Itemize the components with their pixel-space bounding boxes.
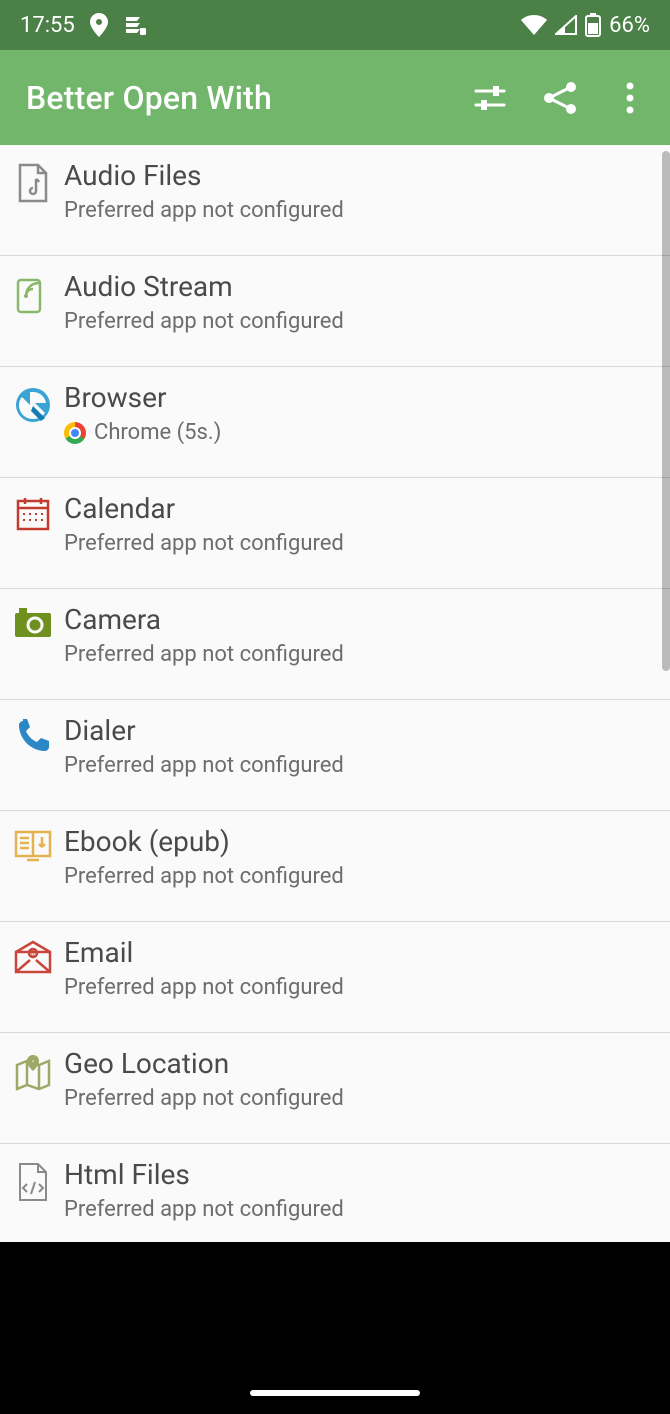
list-item-subtitle: Preferred app not configured (64, 309, 344, 334)
list-item-subtitle: Preferred app not configured (64, 1086, 344, 1111)
app-title: Better Open With (26, 79, 272, 117)
scrollbar[interactable] (662, 151, 670, 671)
list-item-dialer[interactable]: Dialer Preferred app not configured (0, 700, 670, 811)
list-item-ebook[interactable]: Ebook (epub) Preferred app not configure… (0, 811, 670, 922)
location-icon (89, 13, 109, 37)
navigation-bar (0, 1242, 670, 1414)
list-item-camera[interactable]: Camera Preferred app not configured (0, 589, 670, 700)
list-item-subtitle: Preferred app not configured (64, 864, 344, 889)
share-icon (541, 79, 579, 117)
status-time: 17:55 (20, 13, 75, 38)
share-button[interactable] (530, 68, 590, 128)
ebook-icon (10, 825, 56, 863)
list-item-title: Camera (64, 603, 344, 636)
category-list[interactable]: Audio Files Preferred app not configured… (0, 145, 670, 1242)
list-item-subtitle: Preferred app not configured (64, 1197, 344, 1222)
browser-icon (10, 381, 56, 425)
more-vert-icon (626, 81, 634, 115)
list-item-calendar[interactable]: Calendar Preferred app not configured (0, 478, 670, 589)
phone-icon (10, 714, 56, 756)
svg-text:@: @ (29, 949, 36, 958)
list-item-title: Calendar (64, 492, 344, 525)
list-item-title: Email (64, 936, 344, 969)
list-item-title: Audio Stream (64, 270, 344, 303)
list-item-geo-location[interactable]: Geo Location Preferred app not configure… (0, 1033, 670, 1144)
list-item-title: Html Files (64, 1158, 344, 1191)
tune-button[interactable] (460, 68, 520, 128)
calendar-icon (10, 492, 56, 532)
list-item-audio-stream[interactable]: Audio Stream Preferred app not configure… (0, 256, 670, 367)
list-item-subtitle: Preferred app not configured (64, 198, 344, 223)
wifi-icon (521, 15, 547, 35)
list-item-audio-files[interactable]: Audio Files Preferred app not configured (0, 145, 670, 256)
list-item-subtitle: Preferred app not configured (64, 642, 344, 667)
list-item-subtitle: Preferred app not configured (64, 753, 344, 778)
list-item-title: Ebook (epub) (64, 825, 344, 858)
status-battery-text: 66% (609, 13, 650, 38)
camera-icon (10, 603, 56, 639)
app-bar: Better Open With (0, 50, 670, 145)
map-pin-icon (10, 1047, 56, 1091)
html-file-icon (10, 1158, 56, 1202)
list-item-browser[interactable]: Browser Chrome (5s.) (0, 367, 670, 478)
audio-stream-icon (10, 270, 56, 314)
list-item-title: Geo Location (64, 1047, 344, 1080)
list-item-title: Dialer (64, 714, 344, 747)
gesture-handle[interactable] (250, 1390, 420, 1396)
overflow-menu-button[interactable] (600, 68, 660, 128)
app-actions (460, 68, 660, 128)
status-right: 66% (521, 13, 650, 38)
list-item-subtitle: Preferred app not configured (64, 975, 344, 1000)
sliders-icon (471, 79, 509, 117)
chrome-icon (64, 422, 86, 444)
status-left: 17:55 (20, 13, 147, 38)
cell-signal-icon (555, 15, 577, 35)
list-item-title: Audio Files (64, 159, 344, 192)
list-item-html-files[interactable]: Html Files Preferred app not configured (0, 1144, 670, 1242)
list-item-subtitle: Chrome (5s.) (64, 420, 221, 445)
list-item-email[interactable]: @ Email Preferred app not configured (0, 922, 670, 1033)
email-icon: @ (10, 936, 56, 974)
battery-icon (585, 13, 601, 37)
list-item-title: Browser (64, 381, 221, 414)
list-item-subtitle: Preferred app not configured (64, 531, 344, 556)
audio-file-icon (10, 159, 56, 203)
stack-icon (123, 14, 147, 36)
status-bar: 17:55 66% (0, 0, 670, 50)
